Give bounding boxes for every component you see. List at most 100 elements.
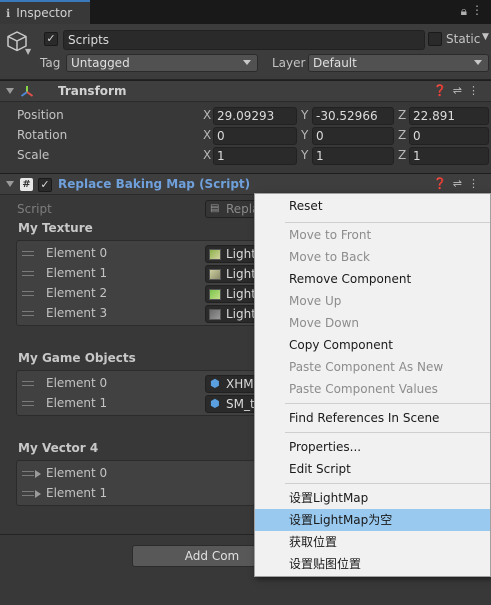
y-label: Y xyxy=(301,148,309,162)
rotation-x-field[interactable]: 0 xyxy=(213,127,297,145)
element-label: Element 1 xyxy=(46,486,108,500)
lock-icon[interactable]: 🔒︎ xyxy=(461,4,467,19)
menu-separator xyxy=(285,222,490,223)
layer-value: Default xyxy=(313,56,357,70)
script-component-header[interactable]: # ✓ Replace Baking Map (Script) ❓⇌⋮ xyxy=(0,173,491,195)
my-texture-label: My Texture xyxy=(18,221,93,235)
static-checkbox[interactable] xyxy=(428,32,442,46)
rotation-y-field[interactable]: 0 xyxy=(312,127,394,145)
texture-thumbnail-icon xyxy=(209,249,221,260)
texture-thumbnail-icon xyxy=(209,309,221,320)
foldout-arrow-icon[interactable] xyxy=(35,470,41,478)
menu-item-edit-script[interactable]: Edit Script xyxy=(255,458,490,480)
z-label: Z xyxy=(398,108,407,122)
foldout-arrow-icon[interactable] xyxy=(35,490,41,498)
menu-item-copy-component[interactable]: Copy Component xyxy=(255,334,490,356)
element-label: Element 2 xyxy=(46,286,108,300)
drag-handle-icon[interactable] xyxy=(22,471,34,476)
rotation-label: Rotation xyxy=(17,128,68,142)
element-label: Element 1 xyxy=(46,266,108,280)
menu-separator xyxy=(285,483,490,484)
menu-item-paste-component-as-new[interactable]: Paste Component As New xyxy=(255,356,490,378)
static-label: Static xyxy=(446,32,481,46)
menu-item-set-lightmap-empty[interactable]: 设置LightMap为空 xyxy=(255,509,490,531)
static-dropdown-icon[interactable]: ▼ xyxy=(482,32,489,42)
script-file-icon: ▤ xyxy=(210,203,220,214)
menu-separator xyxy=(285,403,490,404)
transform-header[interactable]: Transform ❓⇌⋮ xyxy=(0,80,491,102)
context-menu: Reset Move to Front Move to Back Remove … xyxy=(254,193,491,577)
prefab-cube-icon: ⬢ xyxy=(210,377,220,390)
scale-label: Scale xyxy=(17,148,50,162)
drag-handle-icon[interactable] xyxy=(22,271,34,276)
transform-icon xyxy=(20,86,34,97)
texture-thumbnail-icon xyxy=(209,269,221,280)
menu-item-move-up[interactable]: Move Up xyxy=(255,290,490,312)
tag-dropdown[interactable]: Untagged xyxy=(66,54,258,72)
element-label: Element 3 xyxy=(46,306,108,320)
tab-inspector[interactable]: ℹ Inspector xyxy=(0,0,90,24)
component-header-icons[interactable]: ❓⇌⋮ xyxy=(433,84,485,97)
z-label: Z xyxy=(398,148,407,162)
x-label: X xyxy=(203,128,212,142)
script-component-title: Replace Baking Map (Script) xyxy=(58,177,251,191)
element-label: Element 0 xyxy=(46,466,108,480)
scale-x-field[interactable]: 1 xyxy=(213,147,297,165)
menu-item-move-down[interactable]: Move Down xyxy=(255,312,490,334)
active-checkbox[interactable]: ✓ xyxy=(44,32,58,46)
icon-dropdown-arrow[interactable]: ▼ xyxy=(25,47,31,56)
menu-item-properties[interactable]: Properties... xyxy=(255,436,490,458)
script-hash-icon: # xyxy=(20,178,33,191)
tag-label: Tag xyxy=(40,56,61,70)
more-options-icon[interactable]: ⋮ xyxy=(471,3,483,17)
layer-dropdown[interactable]: Default xyxy=(308,54,489,72)
chevron-down-icon xyxy=(243,60,251,65)
z-label: Z xyxy=(398,128,407,142)
chevron-down-icon xyxy=(474,60,482,65)
my-game-objects-label: My Game Objects xyxy=(18,351,136,365)
prefab-cube-icon: ⬢ xyxy=(210,397,220,410)
menu-item-move-to-front[interactable]: Move to Front xyxy=(255,224,490,246)
drag-handle-icon[interactable] xyxy=(22,291,34,296)
position-x-field[interactable]: 29.09293 xyxy=(213,107,297,125)
y-label: Y xyxy=(301,128,309,142)
y-label: Y xyxy=(301,108,309,122)
script-enabled-checkbox[interactable]: ✓ xyxy=(38,178,52,192)
tag-value: Untagged xyxy=(71,56,130,70)
menu-item-set-lightmap[interactable]: 设置LightMap xyxy=(255,487,490,509)
menu-item-get-position[interactable]: 获取位置 xyxy=(255,531,490,553)
element-label: Element 1 xyxy=(46,396,108,410)
scale-y-field[interactable]: 1 xyxy=(312,147,394,165)
drag-handle-icon[interactable] xyxy=(22,491,34,496)
position-y-field[interactable]: -30.52966 xyxy=(312,107,394,125)
drag-handle-icon[interactable] xyxy=(22,311,34,316)
element-label: Element 0 xyxy=(46,376,108,390)
tab-bar: ℹ Inspector 🔒︎ ⋮ xyxy=(0,0,491,24)
drag-handle-icon[interactable] xyxy=(22,251,34,256)
menu-item-remove-component[interactable]: Remove Component xyxy=(255,268,490,290)
layer-label: Layer xyxy=(272,56,306,70)
gameobject-name-field[interactable]: Scripts xyxy=(63,30,425,50)
position-label: Position xyxy=(17,108,64,122)
menu-item-move-to-back[interactable]: Move to Back xyxy=(255,246,490,268)
tab-inspector-label: Inspector xyxy=(16,6,73,20)
script-label: Script xyxy=(17,202,52,216)
menu-separator xyxy=(285,432,490,433)
drag-handle-icon[interactable] xyxy=(22,401,34,406)
component-header-icons[interactable]: ❓⇌⋮ xyxy=(433,177,485,190)
menu-item-paste-component-values[interactable]: Paste Component Values xyxy=(255,378,490,400)
drag-handle-icon[interactable] xyxy=(22,381,34,386)
menu-item-find-references[interactable]: Find References In Scene xyxy=(255,407,490,429)
menu-item-set-texture-position[interactable]: 设置贴图位置 xyxy=(255,553,490,575)
x-label: X xyxy=(203,108,212,122)
position-z-field[interactable]: 22.891 xyxy=(409,107,489,125)
foldout-arrow-icon[interactable] xyxy=(6,181,14,187)
transform-title: Transform xyxy=(58,84,127,98)
foldout-arrow-icon[interactable] xyxy=(6,88,14,94)
scale-z-field[interactable]: 1 xyxy=(409,147,489,165)
gameobject-header: ▼ ✓ Scripts Static ▼ Tag Untagged Layer … xyxy=(0,24,491,80)
menu-item-reset[interactable]: Reset xyxy=(255,195,490,217)
rotation-z-field[interactable]: 0 xyxy=(409,127,489,145)
info-icon: ℹ xyxy=(6,6,11,20)
x-label: X xyxy=(203,148,212,162)
